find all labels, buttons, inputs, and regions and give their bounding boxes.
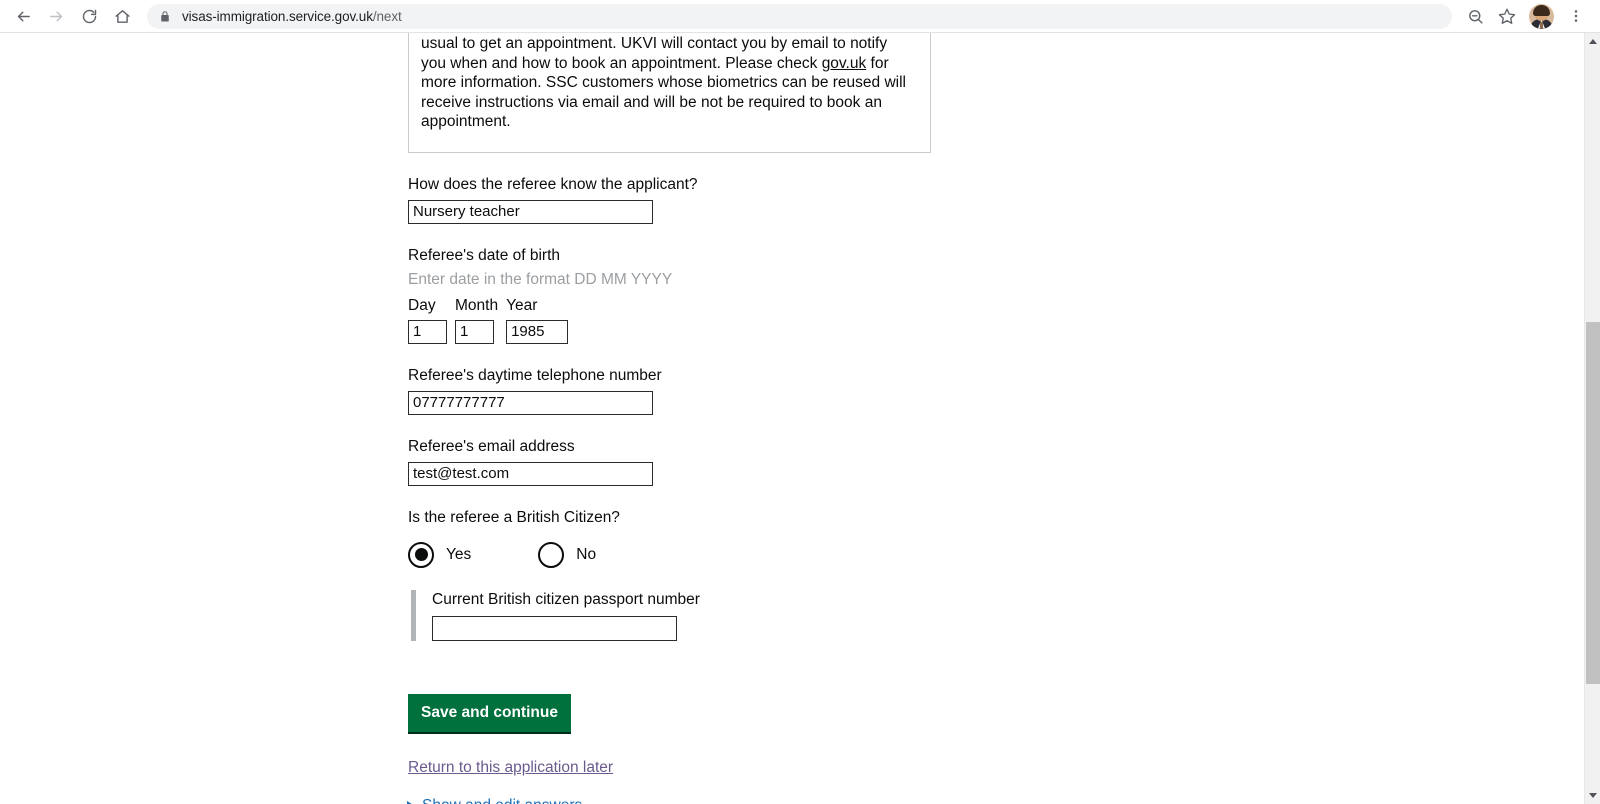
- radio-option-no[interactable]: No: [538, 541, 597, 568]
- telephone-label: Referee's daytime telephone number: [408, 366, 662, 384]
- dob-label: Referee's date of birth: [408, 246, 561, 264]
- scrollbar-up-arrow[interactable]: [1585, 33, 1600, 50]
- dob-month-label: Month: [455, 296, 499, 314]
- avatar-hair: [1533, 4, 1550, 16]
- scrollbar-down-arrow[interactable]: [1585, 787, 1600, 804]
- caret-down-icon: [1589, 793, 1597, 798]
- british-citizen-group: Is the referee a British Citizen? Yes No: [408, 508, 1168, 568]
- passport-input[interactable]: [432, 615, 677, 641]
- british-citizen-radios: Yes No: [408, 541, 1168, 568]
- browser-toolbar: visas-immigration.service.gov.uk/next: [0, 0, 1600, 33]
- passport-conditional-section: Current British citizen passport number: [411, 589, 1168, 641]
- save-and-continue-button[interactable]: Save and continue: [408, 693, 571, 732]
- radio-option-yes[interactable]: Yes: [408, 541, 472, 568]
- home-icon: [114, 9, 130, 23]
- dob-day-field: Day: [408, 297, 447, 344]
- bookmark-button[interactable]: [1492, 1, 1522, 31]
- dob-month-input[interactable]: [455, 319, 494, 344]
- british-citizen-label: Is the referee a British Citizen?: [408, 508, 620, 526]
- dob-fields: Day Month Year: [408, 297, 1168, 344]
- dob-group: Referee's date of birth Enter date in th…: [408, 246, 1168, 344]
- dob-day-input[interactable]: [408, 319, 447, 344]
- email-input[interactable]: [408, 461, 653, 486]
- back-button[interactable]: [8, 1, 38, 31]
- return-link-wrap: Return to this application later: [408, 732, 1168, 777]
- url-text: visas-immigration.service.gov.uk/next: [182, 9, 402, 24]
- return-later-link[interactable]: Return to this application later: [408, 759, 613, 777]
- forward-button[interactable]: [41, 1, 71, 31]
- address-bar[interactable]: visas-immigration.service.gov.uk/next: [147, 3, 1452, 29]
- browser-nav-buttons: [8, 1, 137, 31]
- lock-icon: [159, 10, 171, 23]
- scrollbar-thumb[interactable]: [1586, 322, 1600, 684]
- gov-uk-link[interactable]: gov.uk: [822, 55, 867, 72]
- dob-year-field: Year: [506, 296, 569, 344]
- radio-yes-label: Yes: [446, 545, 472, 563]
- show-answers-disclosure[interactable]: Show and edit answers: [407, 797, 1168, 804]
- zoom-out-button[interactable]: [1460, 1, 1490, 31]
- avatar-tie: [1540, 21, 1543, 29]
- zoom-out-icon: [1468, 9, 1483, 24]
- home-button[interactable]: [107, 1, 137, 31]
- browser-menu-button[interactable]: [1561, 1, 1591, 31]
- reload-button[interactable]: [74, 1, 104, 31]
- radio-no-circle[interactable]: [538, 541, 565, 568]
- passport-label: Current British citizen passport number: [432, 590, 700, 608]
- form-content: usual to get an appointment. UKVI will c…: [407, 33, 1168, 804]
- dob-month-field: Month: [455, 297, 498, 344]
- telephone-input[interactable]: [408, 390, 653, 415]
- info-panel-text: usual to get an appointment. UKVI will c…: [421, 34, 916, 132]
- arrow-right-icon: [49, 11, 62, 21]
- dob-year-label: Year: [506, 296, 538, 314]
- avatar[interactable]: [1529, 3, 1554, 29]
- biometrics-info-panel: usual to get an appointment. UKVI will c…: [408, 33, 931, 153]
- actions-area: Save and continue: [408, 641, 1168, 732]
- how-know-input[interactable]: [408, 199, 653, 224]
- reload-icon: [82, 9, 96, 23]
- url-domain: visas-immigration.service.gov.uk: [182, 8, 373, 24]
- page-viewport: usual to get an appointment. UKVI will c…: [0, 33, 1584, 804]
- email-label: Referee's email address: [408, 437, 575, 455]
- info-text-before: usual to get an appointment. UKVI will c…: [421, 35, 888, 72]
- radio-no-label: No: [576, 545, 597, 563]
- caret-up-icon: [1589, 39, 1597, 44]
- radio-yes-circle[interactable]: [408, 541, 434, 568]
- url-path: /next: [372, 8, 402, 24]
- arrow-left-icon: [17, 11, 30, 21]
- show-edit-answers-link[interactable]: Show and edit answers: [422, 797, 582, 804]
- page-scrollbar[interactable]: [1584, 33, 1600, 804]
- how-know-label: How does the referee know the applicant?: [408, 175, 698, 193]
- three-dot-menu-icon: [1574, 10, 1578, 22]
- star-icon: [1498, 8, 1516, 24]
- email-group: Referee's email address: [408, 437, 1168, 486]
- how-know-group: How does the referee know the applicant?: [408, 175, 1168, 224]
- dob-hint: Enter date in the format DD MM YYYY: [408, 270, 673, 288]
- dob-day-label: Day: [408, 296, 436, 314]
- telephone-group: Referee's daytime telephone number: [408, 366, 1168, 415]
- browser-actions: [1460, 1, 1591, 31]
- dob-year-input[interactable]: [506, 319, 569, 344]
